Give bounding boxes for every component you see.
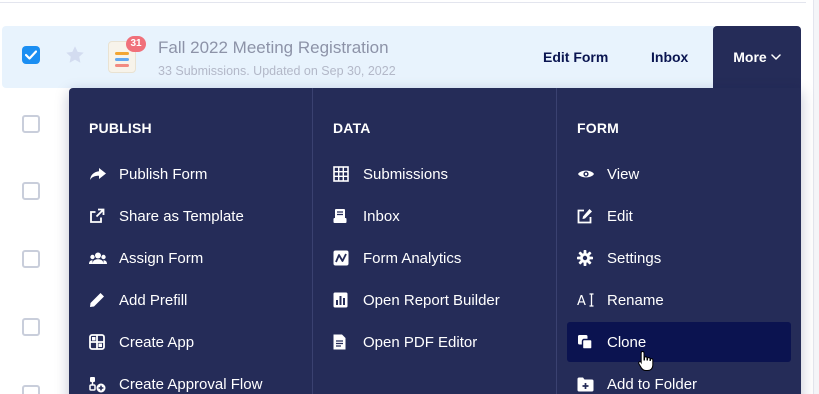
checkmark-icon xyxy=(25,50,37,60)
menu-item-label: Open Report Builder xyxy=(363,291,500,309)
edit-icon xyxy=(567,206,607,226)
menu-item-clone[interactable]: Clone xyxy=(567,322,791,362)
menu-item-label: Open PDF Editor xyxy=(363,333,478,351)
form-list-page: 31 Fall 2022 Meeting Registration 33 Sub… xyxy=(0,0,819,394)
favorite-star-icon[interactable] xyxy=(64,44,86,66)
row-checkbox-checked[interactable] xyxy=(22,46,40,64)
menu-item-label: Add to Folder xyxy=(607,375,698,393)
menu-item-share-as-template[interactable]: Share as Template xyxy=(79,196,303,236)
more-actions-menu: PUBLISH Publish Form Share as Template A… xyxy=(69,88,801,394)
menu-item-submissions[interactable]: Submissions xyxy=(323,154,547,194)
menu-item-settings[interactable]: Settings xyxy=(567,238,791,278)
analytics-icon xyxy=(323,248,363,268)
menu-item-label: Edit xyxy=(607,207,633,225)
menu-item-label: Assign Form xyxy=(119,249,204,267)
menu-item-assign-form[interactable]: Assign Form xyxy=(79,238,303,278)
svg-text:A: A xyxy=(577,294,586,308)
menu-column-publish: PUBLISH Publish Form Share as Template A… xyxy=(69,88,312,394)
menu-item-inbox[interactable]: Inbox xyxy=(323,196,547,236)
gear-icon xyxy=(567,248,607,268)
menu-item-label: Form Analytics xyxy=(363,249,462,267)
menu-item-add-to-folder[interactable]: Add to Folder xyxy=(567,364,791,394)
menu-item-label: Submissions xyxy=(363,165,449,183)
menu-item-view[interactable]: View xyxy=(567,154,791,194)
share-arrow-icon xyxy=(79,164,119,184)
more-button-label: More xyxy=(733,49,767,65)
menu-item-form-analytics[interactable]: Form Analytics xyxy=(323,238,547,278)
scrollbar-track[interactable] xyxy=(813,0,819,394)
menu-item-open-report-builder[interactable]: Open Report Builder xyxy=(323,280,547,320)
menu-column-data: DATA Submissions Inbox Form Analytics Op… xyxy=(312,88,556,394)
inbox-icon xyxy=(323,206,363,226)
menu-item-label: Create Approval Flow xyxy=(119,375,263,393)
table-icon xyxy=(323,164,363,184)
row-checkbox[interactable] xyxy=(22,250,40,268)
menu-item-edit[interactable]: Edit xyxy=(567,196,791,236)
report-icon xyxy=(323,290,363,310)
unread-count-badge: 31 xyxy=(126,36,146,52)
menu-item-label: Create App xyxy=(119,333,195,351)
column-heading-publish: PUBLISH xyxy=(89,120,152,136)
row-checkbox[interactable] xyxy=(22,115,40,133)
rename-icon: A xyxy=(567,290,607,310)
chevron-down-icon xyxy=(770,54,781,60)
menu-item-label: Clone xyxy=(607,333,647,351)
form-subtitle: 33 Submissions. Updated on Sep 30, 2022 xyxy=(158,64,396,78)
clone-icon xyxy=(567,332,607,352)
form-list-row-selected[interactable]: 31 Fall 2022 Meeting Registration 33 Sub… xyxy=(2,26,714,88)
app-grid-icon xyxy=(79,332,119,352)
menu-item-rename[interactable]: A Rename xyxy=(567,280,791,320)
menu-item-label: Inbox xyxy=(363,207,400,225)
menu-item-add-prefill[interactable]: Add Prefill xyxy=(79,280,303,320)
folder-add-icon xyxy=(567,374,607,394)
menu-item-publish-form[interactable]: Publish Form xyxy=(79,154,303,194)
share-template-icon xyxy=(79,206,119,226)
menu-item-label: Share as Template xyxy=(119,207,244,225)
menu-column-form: FORM View Edit Settings A Rename Clone A… xyxy=(556,88,801,394)
pdf-document-icon xyxy=(323,332,363,352)
menu-item-label: Settings xyxy=(607,249,662,267)
column-heading-data: DATA xyxy=(333,120,371,136)
more-button[interactable]: More xyxy=(713,26,801,88)
assign-users-icon xyxy=(79,248,119,268)
column-heading-form: FORM xyxy=(577,120,620,136)
menu-item-label: Publish Form xyxy=(119,165,208,183)
row-checkbox[interactable] xyxy=(22,182,40,200)
menu-item-label: Rename xyxy=(607,291,664,309)
approval-flow-icon xyxy=(79,374,119,394)
row-checkbox[interactable] xyxy=(22,385,40,394)
eye-icon xyxy=(567,164,607,184)
form-title[interactable]: Fall 2022 Meeting Registration xyxy=(158,38,389,58)
row-checkbox[interactable] xyxy=(22,318,40,336)
menu-item-label: View xyxy=(607,165,640,183)
menu-item-create-app[interactable]: Create App xyxy=(79,322,303,362)
menu-item-open-pdf-editor[interactable]: Open PDF Editor xyxy=(323,322,547,362)
hand-cursor-icon xyxy=(638,350,654,371)
menu-item-label: Add Prefill xyxy=(119,291,188,309)
top-divider xyxy=(0,2,806,3)
inbox-button[interactable]: Inbox xyxy=(651,26,688,88)
edit-form-button[interactable]: Edit Form xyxy=(543,26,608,88)
pencil-icon xyxy=(79,290,119,310)
menu-item-create-approval-flow[interactable]: Create Approval Flow xyxy=(79,364,303,394)
